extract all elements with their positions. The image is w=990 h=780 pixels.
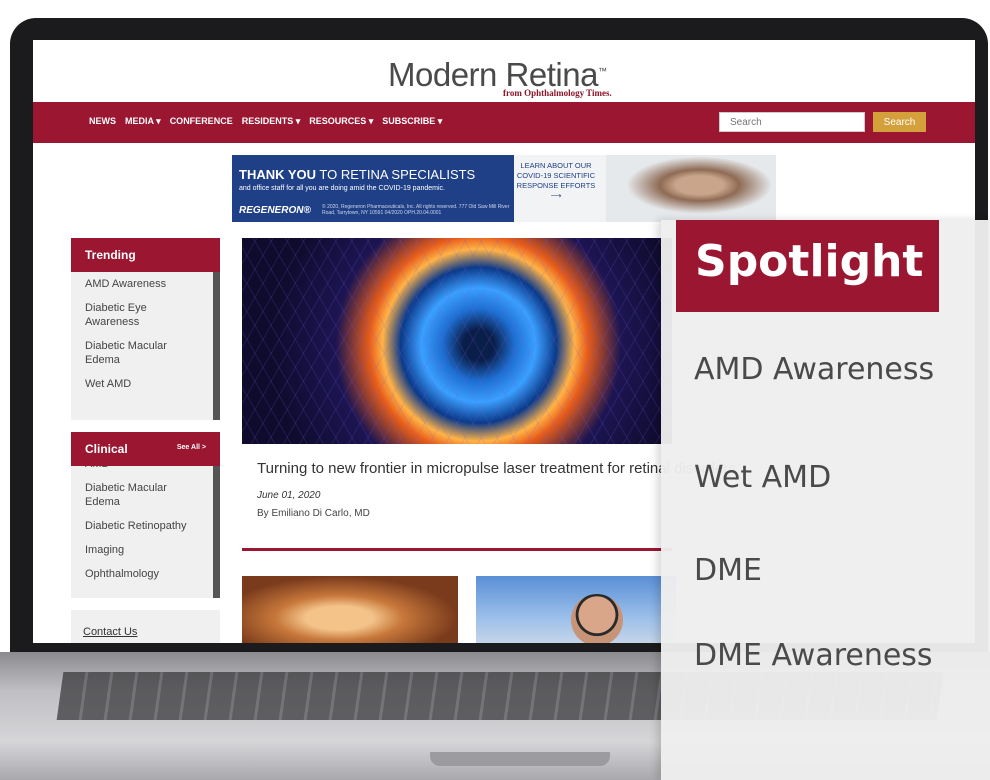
- thumbnail-fetus-image[interactable]: [242, 576, 458, 643]
- site-logo-subtitle: from Ophthalmology Times.: [503, 88, 612, 98]
- clinical-item[interactable]: Diabetic Retinopathy: [71, 514, 200, 538]
- nav-news[interactable]: NEWS: [89, 116, 116, 127]
- feature-image-pattern: [242, 238, 672, 444]
- spotlight-item[interactable]: DME Awareness: [694, 638, 933, 673]
- nav-residents[interactable]: RESIDENTS ▾: [242, 116, 301, 127]
- trending-item[interactable]: Wet AMD: [71, 372, 200, 396]
- banner-brand: REGENERON®: [239, 205, 311, 216]
- article-divider: [242, 548, 672, 551]
- trending-item[interactable]: AMD Awareness: [71, 272, 200, 296]
- banner-panel: THANK YOU TO RETINA SPECIALISTS and offi…: [232, 155, 514, 222]
- contact-box: Contact Us: [71, 610, 220, 643]
- banner-cta[interactable]: LEARN ABOUT OUR COVID-19 SCIENTIFIC RESP…: [516, 161, 596, 201]
- article-date: June 01, 2020: [257, 490, 321, 501]
- banner-ad[interactable]: THANK YOU TO RETINA SPECIALISTS and offi…: [232, 155, 776, 222]
- banner-headline: THANK YOU TO RETINA SPECIALISTS: [239, 167, 476, 182]
- laptop-trackpad-notch: [430, 752, 610, 766]
- contact-us-link[interactable]: Contact Us: [83, 626, 137, 638]
- nav-media[interactable]: MEDIA ▾: [125, 116, 161, 127]
- thumbnail-person-head: [571, 594, 623, 643]
- spotlight-item[interactable]: Wet AMD: [694, 460, 831, 495]
- nav-resources[interactable]: RESOURCES ▾: [309, 116, 373, 127]
- nav-menu: NEWS MEDIA ▾ CONFERENCE RESIDENTS ▾ RESO…: [89, 116, 442, 127]
- spotlight-item[interactable]: AMD Awareness: [694, 352, 934, 387]
- masthead: Modern Retina™ from Ophthalmology Times.: [33, 40, 975, 102]
- feature-eye-image[interactable]: [242, 238, 672, 444]
- clinical-scrollbar[interactable]: [213, 466, 220, 598]
- spotlight-header: Spotlight: [676, 220, 939, 312]
- clinical-item[interactable]: AMD: [71, 466, 200, 476]
- banner-subtext: and office staff for all you are doing a…: [239, 185, 445, 192]
- trending-list: AMD Awareness Diabetic Eye Awareness Dia…: [71, 272, 220, 420]
- clinical-item[interactable]: Ophthalmology: [71, 562, 200, 586]
- thumbnail-orbis-image[interactable]: [476, 576, 676, 643]
- spotlight-item[interactable]: DME: [694, 553, 762, 588]
- clinical-list: AMD Diabetic Macular Edema Diabetic Reti…: [71, 466, 220, 598]
- clinical-item[interactable]: Diabetic Macular Edema: [71, 476, 200, 514]
- banner-fine-print: © 2020, Regeneron Pharmaceuticals, Inc. …: [322, 204, 510, 216]
- clinical-see-all-link[interactable]: See All >: [177, 444, 206, 451]
- search-button[interactable]: Search: [873, 112, 926, 132]
- clinical-item[interactable]: Imaging: [71, 538, 200, 562]
- banner-photo: [606, 155, 776, 222]
- clinical-header: Clinical See All >: [71, 432, 220, 466]
- spotlight-panel: Spotlight AMD Awareness Wet AMD DME DME …: [661, 220, 990, 780]
- trending-header: Trending: [71, 238, 220, 272]
- search-input[interactable]: [719, 112, 865, 132]
- trending-scrollbar[interactable]: [213, 272, 220, 420]
- nav-subscribe[interactable]: SUBSCRIBE ▾: [382, 116, 442, 127]
- nav-conference[interactable]: CONFERENCE: [170, 116, 233, 127]
- article-byline: By Emiliano Di Carlo, MD: [257, 508, 370, 519]
- trending-item[interactable]: Diabetic Eye Awareness: [71, 296, 200, 334]
- trending-item[interactable]: Diabetic Macular Edema: [71, 334, 200, 372]
- main-nav: NEWS MEDIA ▾ CONFERENCE RESIDENTS ▾ RESO…: [33, 102, 975, 143]
- spotlight-title: Spotlight: [695, 236, 924, 287]
